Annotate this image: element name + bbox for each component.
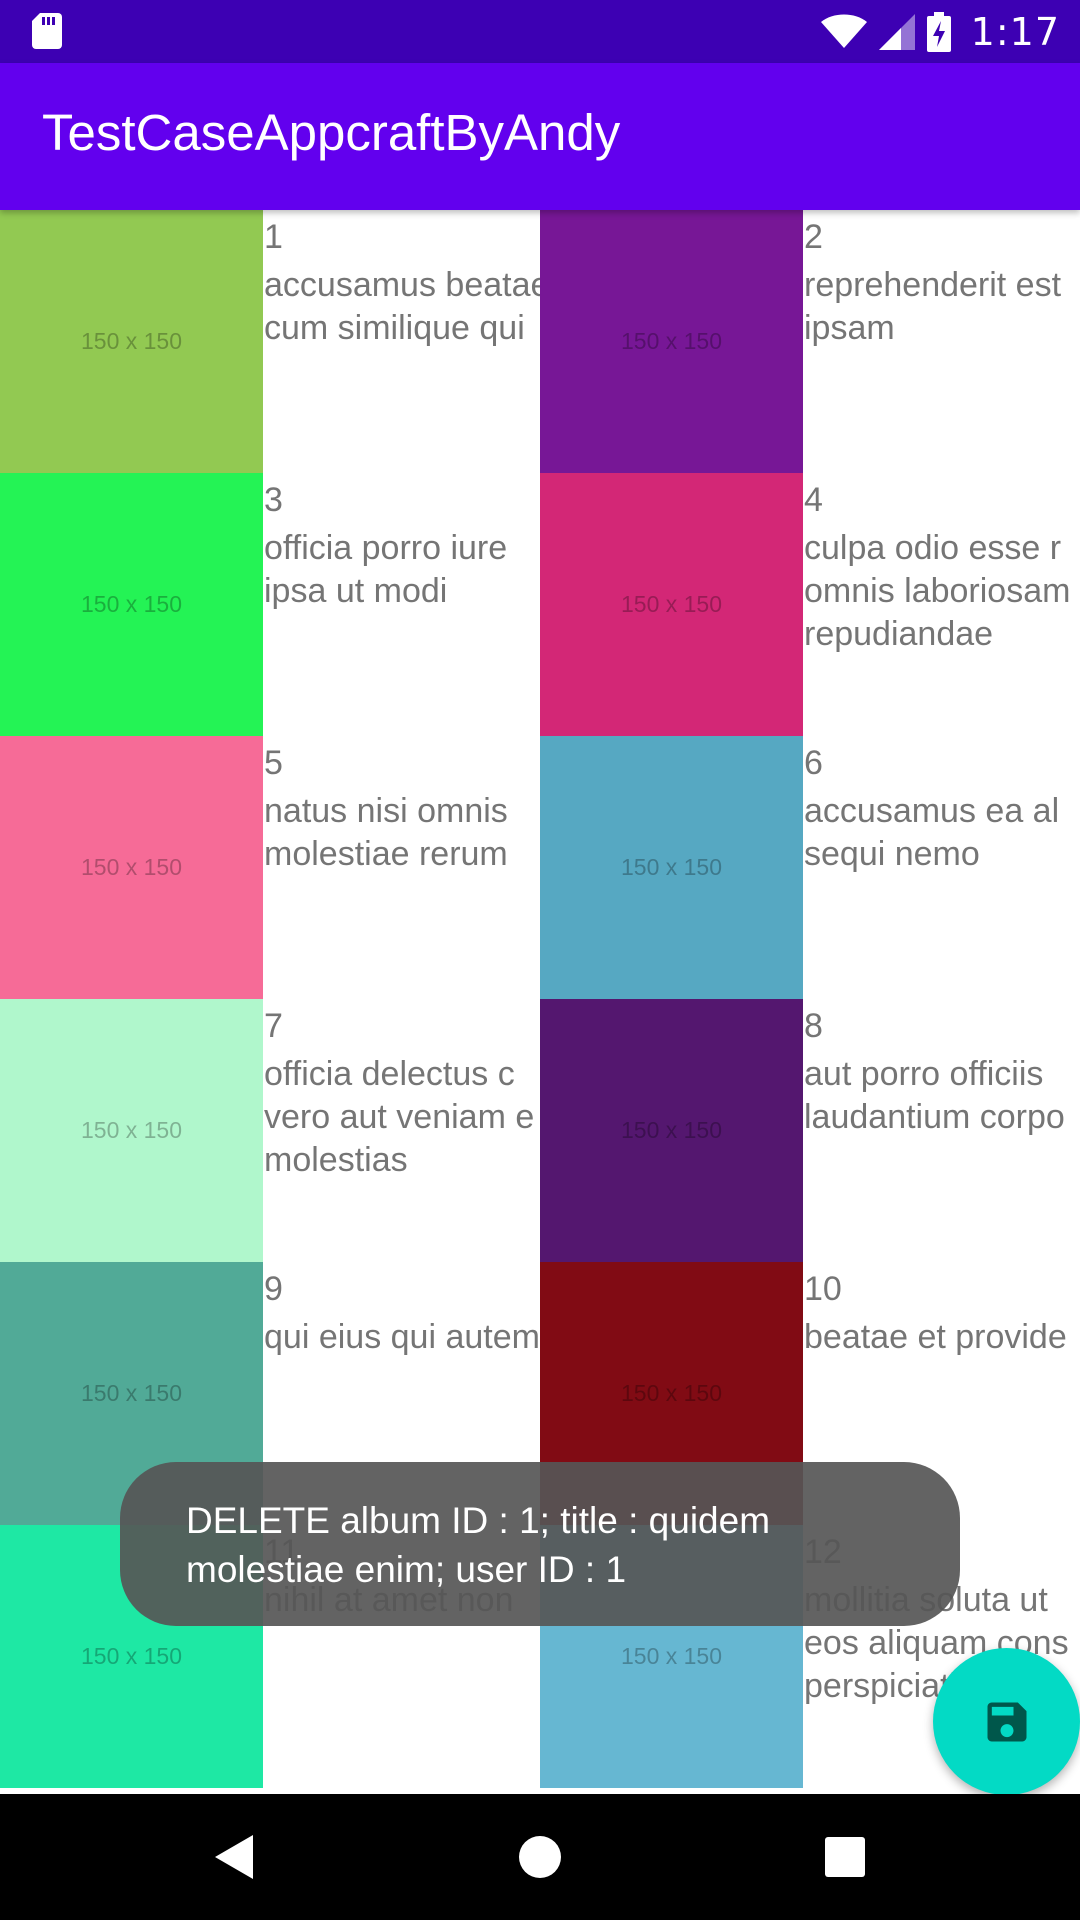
album-row: 150 x 150 1 accusamus beatae cum similique… bbox=[0, 210, 1080, 473]
album-id: 2 bbox=[804, 218, 823, 256]
album-text: 8 aut porro officiis laudantium corpo bbox=[804, 1005, 1080, 1139]
album-title: natus nisi omnis molestiae rerum bbox=[264, 792, 508, 873]
thumbnail-size-label: 150 x 150 bbox=[620, 591, 723, 617]
album-thumbnail: 150 x 150 bbox=[0, 473, 263, 736]
album-thumbnail: 150 x 150 bbox=[540, 999, 803, 1262]
battery-charging-icon bbox=[926, 11, 951, 52]
album-thumbnail: 150 x 150 bbox=[0, 999, 263, 1262]
album-item[interactable]: 150 x 150 7 officia delectus c vero aut ve… bbox=[0, 999, 540, 1262]
app-bar: TestCaseAppcraftByAndy bbox=[0, 63, 1080, 210]
album-text: 9 qui eius qui autem bbox=[264, 1268, 540, 1359]
home-icon bbox=[519, 1836, 561, 1878]
album-thumbnail: 150 x 150 bbox=[540, 736, 803, 999]
navigation-bar bbox=[0, 1794, 1080, 1920]
album-id: 6 bbox=[804, 744, 823, 782]
album-item[interactable]: 150 x 150 3 officia porro iure ipsa ut mod… bbox=[0, 473, 540, 736]
album-id: 8 bbox=[804, 1007, 823, 1045]
app-title: TestCaseAppcraftByAndy bbox=[42, 104, 621, 161]
album-thumbnail: 150 x 150 bbox=[0, 210, 263, 473]
album-title: beatae et provide bbox=[804, 1318, 1067, 1356]
toast-message: DELETE album ID : 1; title : quidem mole… bbox=[120, 1462, 960, 1626]
album-text: 2 reprehenderit est ipsam bbox=[804, 216, 1080, 350]
album-id: 4 bbox=[804, 481, 823, 519]
album-row: 150 x 150 5 natus nisi omnis molestiae rer… bbox=[0, 736, 1080, 999]
album-title: officia porro iure ipsa ut modi bbox=[264, 529, 508, 610]
album-title: culpa odio esse r omnis laboriosam repud… bbox=[804, 529, 1071, 653]
thumbnail-size-label: 150 x 150 bbox=[80, 854, 183, 880]
album-text: 4 culpa odio esse r omnis laboriosam repu… bbox=[804, 479, 1080, 656]
save-fab-button[interactable] bbox=[933, 1648, 1080, 1795]
thumbnail-size-label: 150 x 150 bbox=[620, 1380, 723, 1406]
album-text: 3 officia porro iure ipsa ut modi bbox=[264, 479, 540, 613]
album-id: 3 bbox=[264, 481, 283, 519]
album-text: 5 natus nisi omnis molestiae rerum bbox=[264, 742, 540, 876]
album-title: accusamus ea al sequi nemo bbox=[804, 792, 1060, 873]
home-button[interactable] bbox=[510, 1827, 570, 1887]
album-id: 10 bbox=[804, 1270, 842, 1308]
album-thumbnail: 150 x 150 bbox=[540, 210, 803, 473]
album-text: 1 accusamus beatae cum similique qui bbox=[264, 216, 540, 350]
album-id: 9 bbox=[264, 1270, 283, 1308]
recents-icon bbox=[825, 1837, 865, 1877]
thumbnail-size-label: 150 x 150 bbox=[80, 1643, 183, 1669]
album-row: 150 x 150 3 officia porro iure ipsa ut mod… bbox=[0, 473, 1080, 736]
thumbnail-size-label: 150 x 150 bbox=[620, 1117, 723, 1143]
thumbnail-size-label: 150 x 150 bbox=[620, 1643, 723, 1669]
thumbnail-size-label: 150 x 150 bbox=[80, 591, 183, 617]
save-icon bbox=[987, 1702, 1026, 1741]
status-bar: 1:17 bbox=[0, 0, 1080, 63]
thumbnail-size-label: 150 x 150 bbox=[80, 328, 183, 354]
album-thumbnail: 150 x 150 bbox=[0, 736, 263, 999]
album-item[interactable]: 150 x 150 5 natus nisi omnis molestiae rer… bbox=[0, 736, 540, 999]
album-id: 5 bbox=[264, 744, 283, 782]
album-text: 7 officia delectus c vero aut veniam e mo… bbox=[264, 1005, 540, 1182]
album-id: 1 bbox=[264, 218, 283, 256]
thumbnail-size-label: 150 x 150 bbox=[80, 1380, 183, 1406]
back-button[interactable] bbox=[205, 1827, 265, 1887]
thumbnail-size-label: 150 x 150 bbox=[80, 1117, 183, 1143]
album-id: 7 bbox=[264, 1007, 283, 1045]
album-title: reprehenderit est ipsam bbox=[804, 266, 1062, 347]
album-thumbnail: 150 x 150 bbox=[540, 473, 803, 736]
wifi-icon bbox=[820, 14, 867, 48]
thumbnail-size-label: 150 x 150 bbox=[620, 328, 723, 354]
sd-card-icon bbox=[32, 13, 62, 49]
signal-icon bbox=[878, 13, 915, 50]
album-title: qui eius qui autem bbox=[264, 1318, 540, 1356]
album-title: officia delectus c vero aut veniam e mol… bbox=[264, 1055, 535, 1179]
album-title: aut porro officiis laudantium corpo bbox=[804, 1055, 1065, 1136]
album-item[interactable]: 150 x 150 6 accusamus ea al sequi nemo bbox=[540, 736, 1080, 999]
album-row: 150 x 150 7 officia delectus c vero aut ve… bbox=[0, 999, 1080, 1262]
status-time: 1:17 bbox=[970, 9, 1060, 54]
album-title: accusamus beatae cum similique qui bbox=[264, 266, 540, 347]
thumbnail-size-label: 150 x 150 bbox=[620, 854, 723, 880]
album-item[interactable]: 150 x 150 8 aut porro officiis laudantium … bbox=[540, 999, 1080, 1262]
album-item[interactable]: 150 x 150 2 reprehenderit est ipsam bbox=[540, 210, 1080, 473]
album-text: 10 beatae et provide bbox=[804, 1268, 1080, 1359]
album-item[interactable]: 150 x 150 1 accusamus beatae cum similique… bbox=[0, 210, 540, 473]
recents-button[interactable] bbox=[815, 1827, 875, 1887]
back-icon bbox=[215, 1835, 253, 1879]
album-text: 6 accusamus ea al sequi nemo bbox=[804, 742, 1080, 876]
album-item[interactable]: 150 x 150 4 culpa odio esse r omnis labori… bbox=[540, 473, 1080, 736]
